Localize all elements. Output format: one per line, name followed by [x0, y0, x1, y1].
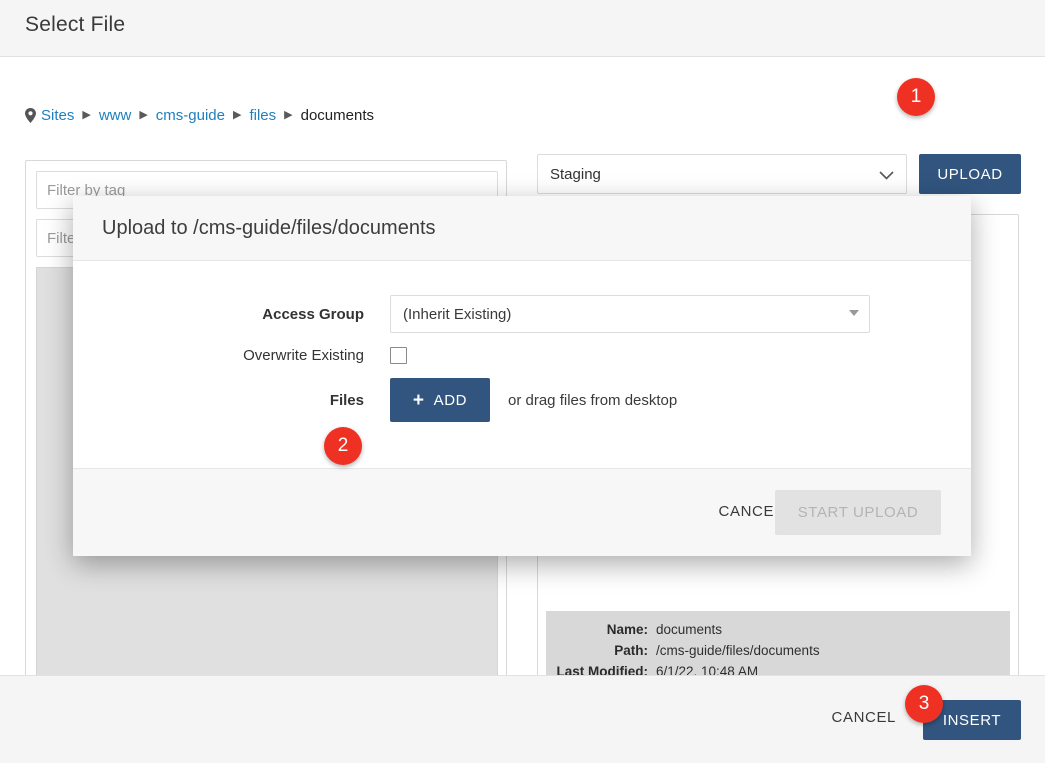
upload-modal: Upload to /cms-guide/files/documents Acc… — [73, 196, 971, 556]
dialog-titlebar: Select File — [0, 0, 1045, 57]
breadcrumb-item-files[interactable]: files — [249, 107, 276, 124]
info-value-path: /cms-guide/files/documents — [656, 643, 820, 658]
info-row-path: Path: /cms-guide/files/documents — [546, 640, 1010, 661]
breadcrumb-separator-icon: ▶ — [233, 109, 242, 121]
access-group-label: Access Group — [262, 305, 364, 323]
info-value-name: documents — [656, 622, 723, 637]
plus-icon: + — [412, 389, 425, 411]
info-row-name: Name: documents — [546, 619, 1010, 640]
breadcrumb-separator-icon: ▶ — [139, 109, 148, 121]
drag-files-hint: or drag files from desktop — [508, 391, 678, 409]
caret-down-icon — [849, 310, 859, 316]
breadcrumb: Sites ▶ www ▶ cms-guide ▶ files ▶ docume… — [25, 107, 374, 124]
access-group-select-value: (Inherit Existing) — [403, 305, 512, 323]
step-badge-1: 1 — [897, 78, 935, 116]
form-row-overwrite-existing: Overwrite Existing — [73, 347, 971, 364]
add-files-button-label: ADD — [433, 391, 468, 409]
breadcrumb-item-documents: documents — [300, 107, 374, 124]
overwrite-existing-checkbox[interactable] — [390, 347, 407, 364]
breadcrumb-item-cms-guide[interactable]: cms-guide — [156, 107, 225, 124]
breadcrumb-item-www[interactable]: www — [99, 107, 132, 124]
start-upload-button: START UPLOAD — [775, 490, 941, 535]
form-row-access-group: Access Group (Inherit Existing) — [73, 295, 971, 333]
upload-modal-footer: CANCEL START UPLOAD — [73, 468, 971, 556]
step-badge-2: 2 — [324, 427, 362, 465]
location-pin-icon — [25, 108, 36, 123]
dialog-footer: CANCEL INSERT — [0, 675, 1045, 763]
select-file-dialog: Select File Sites ▶ www ▶ cms-guide ▶ fi… — [0, 0, 1045, 763]
environment-select-value: Staging — [550, 165, 601, 183]
info-label-name: Name: — [606, 622, 648, 637]
upload-modal-body: Access Group (Inherit Existing) Overwrit… — [73, 261, 971, 468]
overwrite-existing-label: Overwrite Existing — [243, 347, 364, 364]
upload-modal-header: Upload to /cms-guide/files/documents — [73, 196, 971, 261]
breadcrumb-separator-icon: ▶ — [284, 109, 293, 121]
upload-modal-title: Upload to /cms-guide/files/documents — [102, 216, 436, 239]
upload-button[interactable]: UPLOAD — [919, 154, 1021, 194]
breadcrumb-item-sites[interactable]: Sites — [41, 107, 74, 124]
step-badge-3: 3 — [905, 685, 943, 723]
environment-select[interactable]: Staging — [537, 154, 907, 194]
page-title: Select File — [25, 13, 126, 36]
cancel-button[interactable]: CANCEL — [826, 708, 902, 727]
add-files-button[interactable]: + ADD — [390, 378, 490, 422]
chevron-down-icon — [879, 167, 894, 184]
info-label-path: Path: — [614, 643, 648, 658]
files-label: Files — [329, 391, 364, 409]
breadcrumb-separator-icon: ▶ — [82, 109, 91, 121]
access-group-select[interactable]: (Inherit Existing) — [390, 295, 870, 333]
form-row-files: Files + ADD or drag files from desktop — [73, 378, 971, 422]
